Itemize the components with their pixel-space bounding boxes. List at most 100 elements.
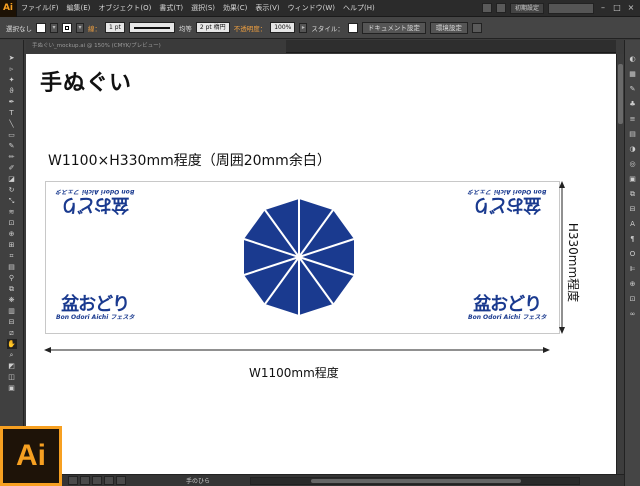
vertical-scrollbar[interactable] — [616, 54, 624, 474]
paragraph-panel-icon[interactable]: ¶ — [628, 234, 638, 244]
minimize-icon[interactable]: – — [598, 3, 608, 13]
opacity-field[interactable]: 100% — [270, 22, 296, 33]
stroke-weight-field[interactable]: 1 pt — [105, 22, 125, 33]
brush-field[interactable]: 2 pt 楕円 — [195, 22, 230, 33]
menu-view[interactable]: 表示(V) — [251, 3, 283, 13]
close-icon[interactable]: × — [626, 3, 636, 13]
magic-wand-tool-icon[interactable]: ✦ — [7, 75, 17, 85]
symbol-sprayer-tool-icon[interactable]: ❋ — [7, 295, 17, 305]
lasso-tool-icon[interactable]: ϑ — [7, 86, 17, 96]
next-artboard-button[interactable] — [104, 476, 114, 485]
selection-tool-icon[interactable]: ➤ — [7, 53, 17, 63]
preferences-button[interactable]: 環境設定 — [429, 21, 468, 34]
screen-mode-icon[interactable]: ▣ — [7, 383, 17, 393]
eraser-tool-icon[interactable]: ◪ — [7, 174, 17, 184]
horizontal-scrollbar[interactable] — [250, 476, 581, 485]
menu-select[interactable]: 選択(S) — [187, 3, 219, 13]
links-panel-icon[interactable]: ∞ — [628, 309, 638, 319]
fill-swatch[interactable] — [36, 22, 46, 33]
first-artboard-button[interactable] — [68, 476, 78, 485]
width-tool-icon[interactable]: ≋ — [7, 207, 17, 217]
align-panel-icon[interactable]: ⊫ — [628, 264, 638, 274]
swatches-panel-icon[interactable]: ▦ — [628, 69, 638, 79]
menu-file[interactable]: ファイル(F) — [17, 3, 63, 13]
zoom-tool-icon[interactable]: ⌕ — [7, 350, 17, 360]
control-bar: 選択なし ▾ ▾ 線： 1 pt 均等 2 pt 楕円 不透明度： 100% ▸… — [0, 17, 640, 39]
transform-panel-icon[interactable]: ⊡ — [628, 294, 638, 304]
direct-selection-tool-icon[interactable]: ▹ — [7, 64, 17, 74]
arrange-icon[interactable] — [495, 3, 506, 13]
style-swatch[interactable] — [347, 22, 358, 33]
transparency-panel-icon[interactable]: ◑ — [628, 144, 638, 154]
profile-label: 均等 — [178, 24, 192, 33]
stroke-panel-icon[interactable]: ≡ — [628, 114, 638, 124]
logo-top-left: 盆おどり Bon Odori Aichi フェスタ — [56, 188, 135, 215]
color-panel-icon[interactable]: ◐ — [628, 54, 638, 64]
blend-tool-icon[interactable]: ⧉ — [7, 284, 17, 294]
panel-dock: ◐ ▦ ✎ ♣ ≡ ▤ ◑ ◎ ▣ ⧉ ⊟ A ¶ O ⊫ ⊕ ⊡ ∞ — [624, 40, 640, 486]
shape-builder-tool-icon[interactable]: ⊕ — [7, 229, 17, 239]
artboard-tool-icon[interactable]: ⊟ — [7, 317, 17, 327]
fill-stroke-icon[interactable]: ◩ — [7, 361, 17, 371]
stroke-swatch[interactable] — [62, 22, 72, 33]
perspective-grid-tool-icon[interactable]: ⊞ — [7, 240, 17, 250]
artboard-number-field[interactable] — [92, 476, 102, 485]
hand-tool-icon[interactable]: ✋ — [6, 339, 17, 349]
tenugui-preview: 盆おどり Bon Odori Aichi フェスタ 盆おどり Bon Odori… — [45, 181, 560, 334]
variable-width-profile[interactable] — [128, 22, 175, 33]
graphic-styles-panel-icon[interactable]: ▣ — [628, 174, 638, 184]
artboard-canvas[interactable]: 手ぬぐい W1100×H330mm程度（周囲20mm余白） 盆おどり Bon O… — [26, 54, 616, 474]
rotate-tool-icon[interactable]: ↻ — [7, 185, 17, 195]
menu-edit[interactable]: 編集(E) — [63, 3, 95, 13]
column-graph-tool-icon[interactable]: ▥ — [7, 306, 17, 316]
prev-artboard-button[interactable] — [80, 476, 90, 485]
style-label: スタイル： — [311, 24, 344, 33]
pen-tool-icon[interactable]: ✒ — [7, 97, 17, 107]
paintbrush-tool-icon[interactable]: ✎ — [7, 141, 17, 151]
opacity-label[interactable]: 不透明度： — [234, 23, 267, 33]
document-setup-button[interactable]: ドキュメント設定 — [361, 21, 426, 34]
type-tool-icon[interactable]: T — [7, 108, 17, 118]
menu-type[interactable]: 書式(T) — [155, 3, 187, 13]
slice-tool-icon[interactable]: ⧄ — [7, 328, 17, 338]
pathfinder-panel-icon[interactable]: ⊕ — [628, 279, 638, 289]
pencil-tool-icon[interactable]: ✏ — [7, 152, 17, 162]
brushes-panel-icon[interactable]: ✎ — [628, 84, 638, 94]
logo-top-right: 盆おどり Bon Odori Aichi フェスタ — [468, 188, 547, 215]
opacity-dropdown-icon[interactable]: ▸ — [299, 22, 308, 33]
menu-effect[interactable]: 効果(C) — [219, 3, 251, 13]
fill-dropdown-icon[interactable]: ▾ — [50, 22, 58, 33]
menu-window[interactable]: ウィンドウ(W) — [284, 3, 339, 13]
maximize-icon[interactable]: □ — [612, 3, 622, 13]
free-transform-tool-icon[interactable]: ⊡ — [7, 218, 17, 228]
gradient-tool-icon[interactable]: ▤ — [7, 262, 17, 272]
last-artboard-button[interactable] — [116, 476, 126, 485]
decagon-emblem — [243, 199, 355, 315]
line-tool-icon[interactable]: ╲ — [7, 119, 17, 129]
stroke-dropdown-icon[interactable]: ▾ — [76, 22, 84, 33]
appearance-panel-icon[interactable]: ◎ — [628, 159, 638, 169]
scale-tool-icon[interactable]: ⤡ — [7, 196, 17, 206]
document-tab[interactable]: 手ぬぐい_mockup.ai @ 150% (CMYK/プレビュー) — [26, 40, 286, 53]
eyedropper-tool-icon[interactable]: ⚲ — [7, 273, 17, 283]
layers-panel-icon[interactable]: ⧉ — [628, 189, 638, 199]
selection-status: 選択なし — [6, 24, 32, 33]
character-panel-icon[interactable]: A — [628, 219, 638, 229]
logo-bottom-right: 盆おどり Bon Odori Aichi フェスタ — [468, 294, 547, 322]
blob-brush-tool-icon[interactable]: ✐ — [7, 163, 17, 173]
gradient-panel-icon[interactable]: ▤ — [628, 129, 638, 139]
bridge-icon[interactable] — [481, 3, 492, 13]
arrange-documents-icon[interactable] — [471, 22, 482, 33]
current-tool-status[interactable]: 手のひら — [186, 476, 210, 485]
search-input[interactable] — [548, 2, 594, 14]
opentype-panel-icon[interactable]: O — [628, 249, 638, 259]
artboards-panel-icon[interactable]: ⊟ — [628, 204, 638, 214]
workspace-switcher[interactable]: 初期設定 — [509, 2, 544, 14]
mesh-tool-icon[interactable]: ⌗ — [7, 251, 17, 261]
symbols-panel-icon[interactable]: ♣ — [628, 99, 638, 109]
stroke-label[interactable]: 線： — [88, 23, 101, 33]
menu-object[interactable]: オブジェクト(O) — [94, 3, 155, 13]
menu-help[interactable]: ヘルプ(H) — [339, 3, 379, 13]
drawing-mode-icon[interactable]: ◫ — [7, 372, 17, 382]
rectangle-tool-icon[interactable]: ▭ — [7, 130, 17, 140]
